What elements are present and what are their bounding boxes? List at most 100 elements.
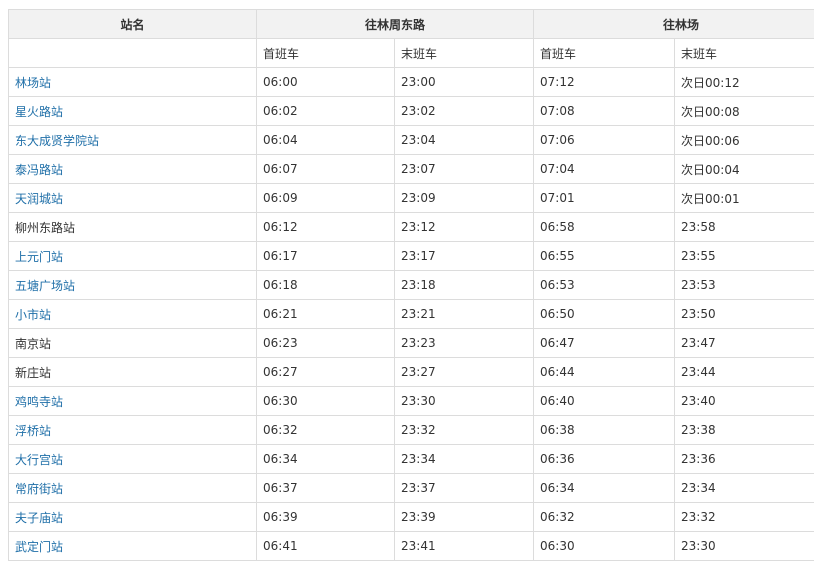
station-link[interactable]: 上元门站 [15,250,63,264]
table-row: 林场站 06:00 23:00 07:12 次日00:12 [8,67,814,97]
dir2-first-train-cell: 06:32 [533,502,676,532]
dir1-last-train-cell: 23:39 [393,502,535,532]
dir2-first-train-cell: 07:04 [533,154,676,184]
dir2-last-train-cell: 次日00:08 [674,96,814,126]
station-label: 新庄站 [15,365,52,380]
table-row: 常府街站 06:37 23:37 06:34 23:34 [8,473,814,503]
table-row: 大行宫站 06:34 23:34 06:36 23:36 [8,444,814,474]
dir1-last-train-cell: 23:27 [393,357,535,387]
station-link[interactable]: 星火路站 [15,105,63,119]
dir2-first-train-cell: 07:01 [533,183,676,213]
header-dir1-last-train: 末班车 [393,38,535,68]
timetable-body: 林场站 06:00 23:00 07:12 次日00:12 星火路站 06:02 23:02 0… [8,67,814,561]
station-cell: 东大成贤学院站 [8,125,257,155]
dir1-last-train-cell: 23:04 [393,125,535,155]
dir2-last-train-cell: 23:44 [674,357,814,387]
dir2-last-train-cell: 23:40 [674,386,814,416]
station-link[interactable]: 浮桥站 [15,424,51,438]
dir1-last-train-cell: 23:30 [393,386,535,416]
dir2-last-train-cell: 次日00:12 [674,67,814,97]
station-cell: 星火路站 [8,96,257,126]
dir1-first-train-cell: 06:04 [256,125,395,155]
station-cell: 夫子庙站 [8,502,257,532]
table-row: 天润城站 06:09 23:09 07:01 次日00:01 [8,183,814,213]
station-link[interactable]: 林场站 [15,76,51,90]
header-direction-1: 往林周东路 [255,9,535,39]
dir1-last-train-cell: 23:37 [393,473,535,503]
dir1-last-train-cell: 23:00 [393,67,535,97]
station-link[interactable]: 夫子庙站 [15,511,63,525]
dir2-first-train-cell: 06:47 [533,328,676,358]
dir1-last-train-cell: 23:17 [393,241,535,271]
dir1-first-train-cell: 06:02 [256,96,395,126]
station-cell: 武定门站 [8,531,257,561]
dir2-first-train-cell: 06:53 [533,270,676,300]
dir2-last-train-cell: 23:34 [674,473,814,503]
table-row: 东大成贤学院站 06:04 23:04 07:06 次日00:06 [8,125,814,155]
dir1-first-train-cell: 06:27 [256,357,395,387]
dir2-last-train-cell: 23:53 [674,270,814,300]
station-link[interactable]: 泰冯路站 [15,163,63,177]
dir2-first-train-cell: 06:40 [533,386,676,416]
station-link[interactable]: 武定门站 [15,540,63,554]
dir2-first-train-cell: 06:38 [533,415,676,445]
station-link[interactable]: 小市站 [15,308,51,322]
station-cell: 天润城站 [8,183,257,213]
station-cell: 上元门站 [8,241,257,271]
table-row: 武定门站 06:41 23:41 06:30 23:30 [8,531,814,561]
table-row: 星火路站 06:02 23:02 07:08 次日00:08 [8,96,814,126]
station-cell: 柳州东路站 [8,212,257,242]
table-row: 南京站 06:23 23:23 06:47 23:47 [8,328,814,358]
dir2-first-train-cell: 06:36 [533,444,676,474]
header-dir2-first-train: 首班车 [533,38,676,68]
dir2-first-train-cell: 07:06 [533,125,676,155]
header-row-first-last: 首班车 末班车 首班车 末班车 [8,38,814,68]
station-link[interactable]: 大行宫站 [15,453,63,467]
dir1-first-train-cell: 06:39 [256,502,395,532]
dir1-last-train-cell: 23:34 [393,444,535,474]
table-row: 五塘广场站 06:18 23:18 06:53 23:53 [8,270,814,300]
header-direction-2: 往林场 [533,9,814,39]
dir2-last-train-cell: 23:47 [674,328,814,358]
dir1-last-train-cell: 23:18 [393,270,535,300]
dir2-last-train-cell: 23:30 [674,531,814,561]
dir1-last-train-cell: 23:32 [393,415,535,445]
dir2-first-train-cell: 06:55 [533,241,676,271]
dir2-first-train-cell: 06:58 [533,212,676,242]
header-station-name: 站名 [8,9,257,39]
table-row: 泰冯路站 06:07 23:07 07:04 次日00:04 [8,154,814,184]
dir1-first-train-cell: 06:17 [256,241,395,271]
table-row: 柳州东路站 06:12 23:12 06:58 23:58 [8,212,814,242]
station-label: 柳州东路站 [15,220,76,235]
dir1-last-train-cell: 23:21 [393,299,535,329]
header-row-directions: 站名 往林周东路 往林场 [8,9,814,39]
station-link[interactable]: 鸡鸣寺站 [15,395,63,409]
station-cell: 林场站 [8,67,257,97]
station-cell: 泰冯路站 [8,154,257,184]
dir2-first-train-cell: 06:50 [533,299,676,329]
station-cell: 大行宫站 [8,444,257,474]
header-blank-cell [8,38,257,68]
station-link[interactable]: 五塘广场站 [15,279,75,293]
timetable-header: 站名 往林周东路 往林场 首班车 末班车 首班车 末班车 [8,9,814,68]
dir1-first-train-cell: 06:00 [256,67,395,97]
dir1-last-train-cell: 23:09 [393,183,535,213]
header-dir2-last-train: 末班车 [674,38,814,68]
dir1-first-train-cell: 06:21 [256,299,395,329]
dir2-last-train-cell: 23:38 [674,415,814,445]
dir2-last-train-cell: 23:58 [674,212,814,242]
dir2-first-train-cell: 06:34 [533,473,676,503]
table-row: 浮桥站 06:32 23:32 06:38 23:38 [8,415,814,445]
station-link[interactable]: 东大成贤学院站 [15,134,99,148]
table-row: 小市站 06:21 23:21 06:50 23:50 [8,299,814,329]
station-cell: 浮桥站 [8,415,257,445]
dir2-last-train-cell: 23:32 [674,502,814,532]
header-dir1-first-train: 首班车 [256,38,395,68]
station-link[interactable]: 常府街站 [15,482,63,496]
dir1-first-train-cell: 06:12 [256,212,395,242]
station-cell: 常府街站 [8,473,257,503]
dir1-first-train-cell: 06:30 [256,386,395,416]
station-cell: 南京站 [8,328,257,358]
station-link[interactable]: 天润城站 [15,192,63,206]
station-label: 南京站 [15,336,52,351]
